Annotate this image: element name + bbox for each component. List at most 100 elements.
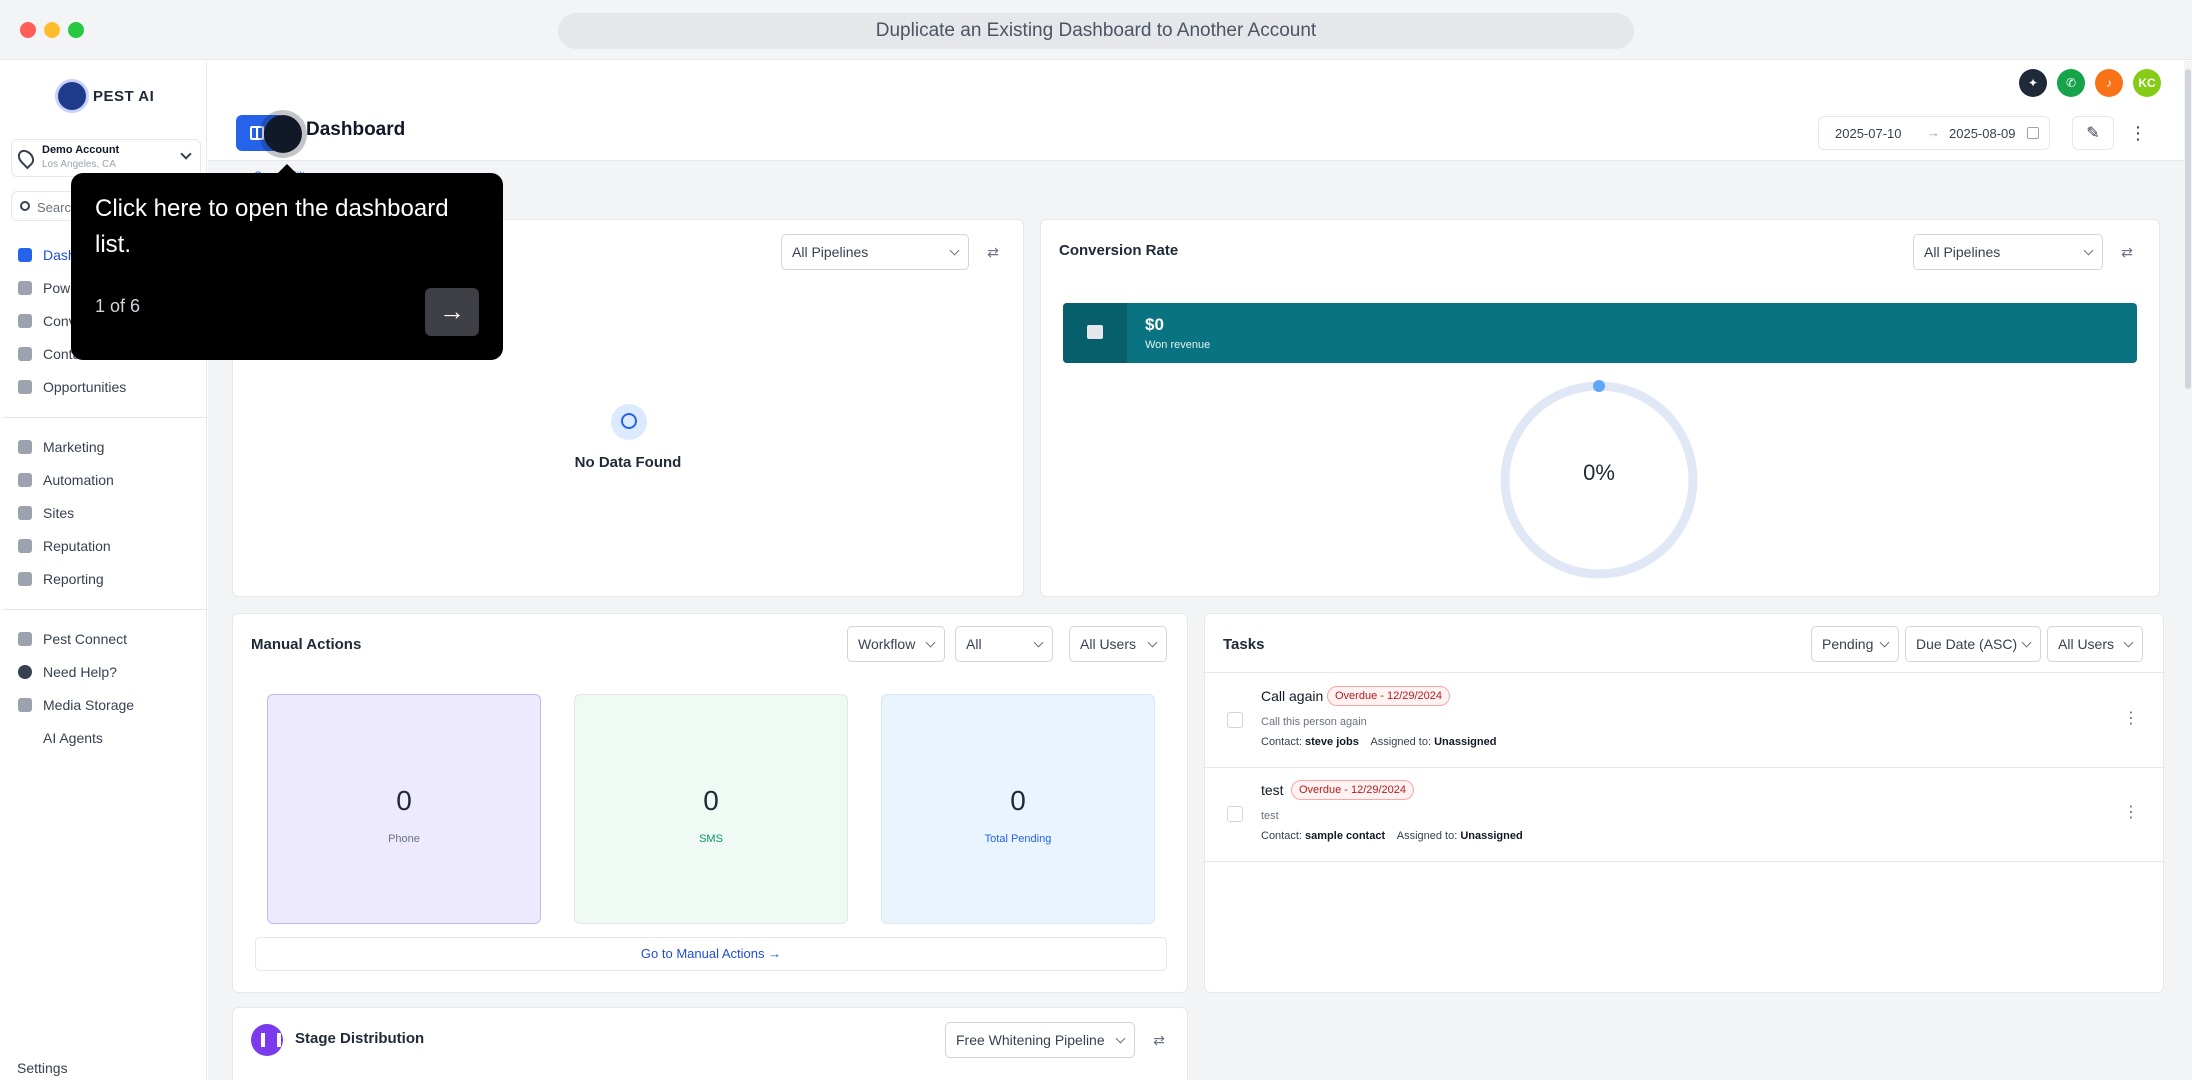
phone-actions-box[interactable]: 0 Phone (267, 694, 541, 924)
users-select[interactable]: All Users (1069, 626, 1167, 662)
sidebar-item-automation[interactable]: Automation (3, 465, 207, 495)
sidebar-item-marketing[interactable]: Marketing (3, 432, 207, 462)
chevron-down-icon (2083, 245, 2094, 256)
conversion-rate-value: 0% (1583, 460, 1615, 485)
brand-name: PEST AI (93, 87, 155, 105)
pencil-icon: ✎ (2086, 125, 2100, 142)
pipeline-select[interactable]: All Pipelines (781, 234, 969, 270)
chevron-down-icon (2123, 637, 2134, 648)
select-value: Due Date (ASC) (1916, 636, 2018, 652)
dashboard-icon (18, 248, 32, 262)
sidebar-item-reputation[interactable]: Reputation (3, 531, 207, 561)
layout-icon (250, 126, 264, 140)
kebab-icon[interactable]: ⋮ (2123, 708, 2139, 728)
go-to-manual-actions-link[interactable]: Go to Manual Actions → (255, 937, 1167, 971)
chat-icon (18, 314, 32, 328)
select-value: Pending (1822, 636, 1874, 652)
settings-sliders-icon[interactable]: ⇄ (2119, 244, 2135, 260)
sidebar-item-label: Marketing (43, 439, 105, 455)
pipeline-select[interactable]: Free Whitening Pipeline (945, 1022, 1135, 1058)
assigned-label: Assigned to: (1370, 736, 1432, 748)
tour-hotspot[interactable] (264, 115, 302, 153)
brand-logo[interactable]: PEST AI (55, 79, 154, 113)
window-titlebar: Duplicate an Existing Dashboard to Anoth… (0, 0, 2192, 60)
no-data-message: No Data Found (574, 454, 682, 471)
maximize-window-button[interactable] (68, 22, 84, 38)
calendar-icon (2027, 127, 2039, 139)
dashboard-header: Dashboard 2025-07-10 → 2025-08-09 ✎ ⋮ (208, 105, 2184, 161)
phone-label: Phone (388, 833, 420, 845)
sidebar-item-label: Opportunities (43, 379, 127, 395)
task-checkbox[interactable] (1227, 806, 1243, 822)
contact-label: Contact: (1261, 736, 1302, 748)
won-revenue-value: $0 (1145, 315, 1164, 334)
sidebar-item-label: Sites (43, 505, 75, 521)
date-end: 2025-08-09 (1949, 126, 2016, 141)
task-meta: Contact: steve jobs Assigned to: Unassig… (1261, 736, 1496, 748)
filter-icon (18, 380, 32, 394)
arrow-right-icon: → (439, 296, 465, 326)
minimize-window-button[interactable] (44, 22, 60, 38)
task-description: test (1261, 810, 1279, 822)
workflow-select[interactable]: Workflow (847, 626, 945, 662)
pipeline-icon (251, 1024, 283, 1056)
notification-bell-icon[interactable]: ♪ (2095, 69, 2123, 97)
card-title: Conversion Rate (1059, 242, 1179, 259)
sidebar-item-reporting[interactable]: Reporting (3, 564, 207, 594)
task-status-select[interactable]: Pending (1811, 626, 1899, 662)
task-row[interactable]: Call again Overdue - 12/29/2024 Call thi… (1205, 674, 2163, 768)
sidebar-item-label: Media Storage (43, 697, 135, 713)
tour-tooltip: Click here to open the dashboard list. 1… (71, 164, 503, 360)
sms-actions-box[interactable]: 0 SMS (574, 694, 848, 924)
tooltip-next-button[interactable]: → (425, 288, 479, 336)
search-icon (20, 201, 30, 211)
task-checkbox[interactable] (1227, 712, 1243, 728)
scrollbar-thumb[interactable] (2185, 69, 2191, 389)
sidebar-item-label: Automation (43, 472, 114, 488)
sidebar-item-pest-connect[interactable]: Pest Connect (3, 624, 207, 654)
settings-sliders-icon[interactable]: ⇄ (1151, 1032, 1167, 1048)
total-pending-label: Total Pending (984, 833, 1052, 845)
sidebar-item-settings[interactable]: Settings (17, 1060, 68, 1076)
phone-call-icon[interactable]: ✆ (2057, 69, 2085, 97)
sidebar-item-ai-agents[interactable]: AI Agents (3, 723, 207, 753)
manual-actions-card: Manual Actions Workflow All All Users 0 … (232, 613, 1188, 993)
sidebar-item-sites[interactable]: Sites (3, 498, 207, 528)
total-pending-count: 0 (1010, 785, 1026, 816)
task-users-select[interactable]: All Users (2047, 626, 2143, 662)
card-title: Tasks (1223, 636, 1265, 653)
sidebar-item-media-storage[interactable]: Media Storage (3, 690, 207, 720)
sidebar-item-label: Pest Connect (43, 631, 128, 647)
overdue-badge: Overdue - 12/29/2024 (1291, 780, 1415, 800)
task-sort-select[interactable]: Due Date (ASC) (1905, 626, 2041, 662)
sidebar-item-need-help[interactable]: Need Help? (3, 657, 207, 687)
user-avatar[interactable]: KC (2133, 69, 2161, 97)
window-title: Duplicate an Existing Dashboard to Anoth… (558, 13, 1634, 49)
settings-sliders-icon[interactable]: ⇄ (985, 244, 1001, 260)
magic-wand-icon[interactable]: ✦ (2019, 69, 2047, 97)
contact-name[interactable]: steve jobs (1305, 736, 1359, 748)
tasks-card: Tasks Pending Due Date (ASC) All Users C… (1204, 613, 2164, 993)
brand-logo-icon (55, 79, 89, 113)
assignee: Unassigned (1460, 830, 1523, 842)
task-row[interactable]: test Overdue - 12/29/2024 test Contact: … (1205, 768, 2163, 862)
status-select[interactable]: All (955, 626, 1053, 662)
sidebar-item-label: Need Help? (43, 664, 117, 680)
page-scrollbar[interactable] (2184, 61, 2192, 1080)
edit-dashboard-button[interactable]: ✎ (2072, 116, 2114, 150)
date-start: 2025-07-10 (1835, 126, 1902, 141)
total-pending-box[interactable]: 0 Total Pending (881, 694, 1155, 924)
chevron-down-icon (1115, 1033, 1126, 1044)
close-window-button[interactable] (20, 22, 36, 38)
select-value: Free Whitening Pipeline (956, 1032, 1105, 1048)
more-options-button[interactable]: ⋮ (2126, 116, 2150, 150)
sidebar-item-opportunities[interactable]: Opportunities (3, 372, 207, 402)
pipeline-select[interactable]: All Pipelines (1913, 234, 2103, 270)
kebab-icon[interactable]: ⋮ (2123, 802, 2139, 822)
chart-icon (18, 572, 32, 586)
contact-name[interactable]: sample contact (1305, 830, 1385, 842)
sidebar-divider (3, 609, 207, 610)
account-switcher[interactable]: Demo Account Los Angeles, CA (11, 139, 201, 177)
date-range-picker[interactable]: 2025-07-10 → 2025-08-09 (1818, 116, 2050, 150)
select-value: Workflow (858, 636, 916, 652)
